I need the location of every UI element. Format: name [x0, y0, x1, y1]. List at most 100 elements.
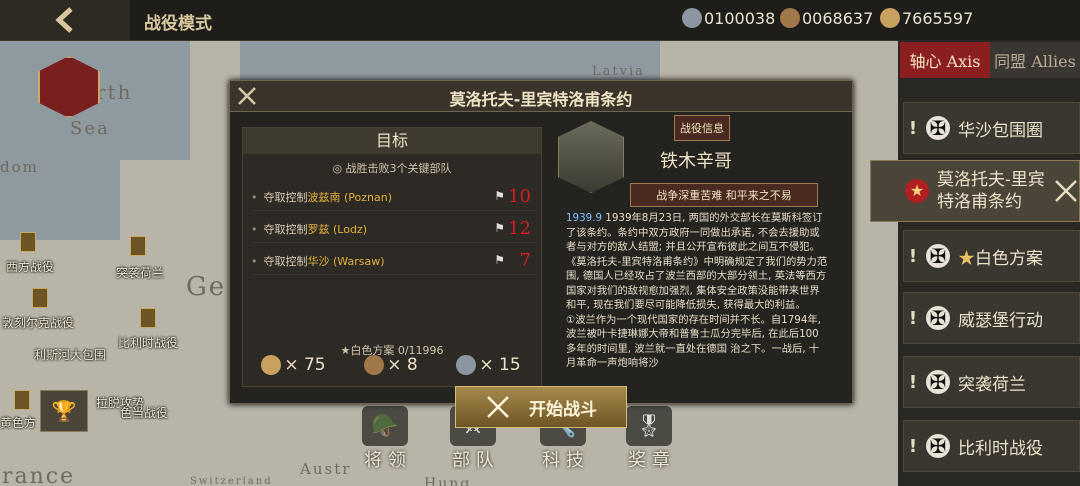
nav-label: 部 队 [452, 450, 494, 471]
reward-item: × 8 [364, 355, 418, 375]
resource-value: 0068637 [802, 8, 874, 28]
objective-city: 华沙 (Warsaw) [307, 255, 385, 268]
country-label: Hung [424, 476, 472, 486]
battle-label[interactable]: 利斯河大包围 [34, 346, 106, 363]
battle-marker[interactable] [32, 288, 48, 308]
crossed-swords-icon [1055, 180, 1077, 202]
rewards-row: × 75 × 8 × 15 [242, 347, 540, 383]
objective-points: 10 [508, 186, 531, 207]
country-label: Ge [186, 272, 227, 302]
reward-amount: × 8 [387, 355, 418, 375]
campaign-item[interactable]: ! ✠ 突袭荷兰 [903, 356, 1080, 408]
nav-medals[interactable]: 🎖 奖 章 [626, 406, 672, 472]
campaign-item-label: 莫洛托夫-里宾特洛甫条约 [937, 170, 1045, 212]
dialog-title: 莫洛托夫-里宾特洛甫条约 [449, 90, 633, 109]
nav-label: 奖 章 [628, 450, 670, 471]
battle-marker[interactable] [14, 390, 30, 410]
country-label: rance [2, 464, 76, 486]
sea-label: rth [96, 80, 133, 104]
exclamation-icon: ! [908, 435, 918, 457]
general-portrait [558, 121, 624, 193]
iron-cross-icon: ✠ [926, 244, 950, 268]
objective-row: • 夺取控制 波兹南 (Poznan) ⚑ 10 [251, 184, 535, 211]
campaign-item[interactable]: ! ✠ 华沙包围圈 [903, 102, 1080, 154]
start-battle-label: 开始战斗 [529, 399, 597, 420]
desc-paragraph: 1939年8月23日, 两国的外交部长在莫斯科签订了该条约。条约中双方政府一同做… [566, 212, 823, 253]
star-icon: ★ [958, 248, 975, 269]
battle-label[interactable]: 比利时战役 [118, 334, 178, 351]
campaign-item[interactable]: ! ✠ 比利时战役 [903, 420, 1080, 472]
flag-icon: ⚑ [494, 189, 505, 203]
campaign-item[interactable]: ! ✠ ★白色方案 [903, 230, 1080, 282]
resource-star: 7665597 [880, 8, 973, 28]
campaign-item-label: 突袭荷兰 [958, 374, 1026, 395]
medal-icon: 🎖 [626, 406, 672, 446]
desc-date: 1939.9 [566, 212, 603, 224]
campaign-item-label: 华沙包围圈 [958, 120, 1043, 141]
objective-city: 罗兹 (Lodz) [307, 223, 368, 236]
tab-allies[interactable]: 同盟 Allies [990, 42, 1080, 78]
battle-label[interactable]: 敦刻尔克战役 [2, 314, 74, 331]
campaign-item-label: 比利时战役 [958, 438, 1043, 459]
campaign-item-label: ★白色方案 [958, 244, 1043, 269]
battle-marker[interactable] [20, 232, 36, 252]
battle-marker[interactable] [130, 236, 146, 256]
battle-marker[interactable] [140, 308, 156, 328]
campaign-info-tag[interactable]: 战役信息 [674, 115, 730, 141]
start-battle-button[interactable]: 开始战斗 [455, 386, 627, 428]
exclamation-icon: ! [908, 117, 918, 139]
campaign-description[interactable]: 1939.9 1939年8月23日, 两国的外交部长在莫斯科签订了该条约。条约中… [566, 211, 828, 399]
reward-item: × 15 [456, 355, 521, 375]
flag-icon: ⚑ [494, 253, 505, 267]
battle-label[interactable]: 西方战役 [6, 258, 54, 275]
trophy-icon[interactable]: 🏆 [40, 390, 88, 432]
campaign-item[interactable]: ! ✠ 威瑟堡行动 [903, 292, 1080, 344]
exclamation-icon: ! [908, 245, 918, 267]
reward-amount: × 75 [284, 355, 326, 375]
star-medal-icon [261, 355, 282, 375]
exclamation-icon: ! [908, 371, 918, 393]
exclamation-icon: ! [908, 307, 918, 329]
resource-value: 0100038 [704, 8, 776, 28]
reward-item: × 75 [261, 355, 326, 375]
desc-paragraph: ①波兰作为一个现代国家的存在时间并不长。自1794年, 波兰被叶卡捷琳娜大帝和普… [566, 313, 821, 370]
close-button[interactable] [230, 81, 264, 111]
iron-cross-icon: ✠ [926, 370, 950, 394]
tab-axis[interactable]: 轴心 Axis [900, 42, 990, 78]
battle-label[interactable]: 黄色方 [0, 414, 36, 431]
objectives-subtitle: ◎ 战胜击败3个关键部队 [243, 160, 541, 176]
crossed-swords-icon [487, 396, 509, 418]
country-label: Austr [300, 460, 352, 478]
bronze-medal-icon [364, 355, 385, 375]
reward-amount: × 15 [479, 355, 521, 375]
bullet-icon: • [251, 190, 258, 204]
battle-label[interactable]: 突袭荷兰 [116, 264, 164, 281]
iron-cross-icon: ✠ [926, 434, 950, 458]
officer-cap-icon: 🪖 [362, 406, 408, 446]
objective-row: • 夺取控制 华沙 (Warsaw) ⚑ 7 [251, 248, 535, 275]
faction-tabs: 轴心 Axis 同盟 Allies [900, 42, 1080, 78]
campaign-dialog: 莫洛托夫-里宾特洛甫条约 目标 ◎ 战胜击败3个关键部队 • 夺取控制 波兹南 (… [229, 80, 853, 404]
objectives-header: 目标 [243, 128, 541, 154]
star-medal-icon [880, 8, 900, 28]
nav-generals[interactable]: 🪖 将 领 [362, 406, 408, 472]
sea-label: Sea [70, 118, 110, 139]
target-icon: ◎ [332, 162, 346, 175]
iron-cross-icon: ✠ [926, 306, 950, 330]
campaign-item-selected[interactable]: ★ 莫洛托夫-里宾特洛甫条约 [870, 160, 1080, 222]
objective-points: 12 [508, 218, 531, 239]
objective-prefix: 夺取控制 [263, 191, 308, 204]
country-label: Latvia [592, 64, 645, 79]
back-button[interactable] [0, 0, 130, 40]
country-label: Switzerland [190, 476, 273, 486]
battle-label[interactable]: 色当战役 [120, 404, 168, 421]
top-bar: 战役模式 0100038 0068637 7665597 [0, 0, 1080, 41]
region-label: dom [0, 158, 39, 176]
objective-points: 7 [519, 250, 531, 271]
objective-city: 波兹南 (Poznan) [307, 191, 393, 204]
campaign-item-label: 威瑟堡行动 [958, 310, 1043, 331]
page-title: 战役模式 [144, 14, 212, 34]
campaign-item-name: 白色方案 [975, 248, 1043, 269]
desc-paragraph: 《莫洛托夫-里宾特洛甫条约》中明确规定了我们的势力范围, 德国人已经攻占了波兰西… [566, 255, 828, 312]
nav-label: 将 领 [364, 450, 406, 471]
